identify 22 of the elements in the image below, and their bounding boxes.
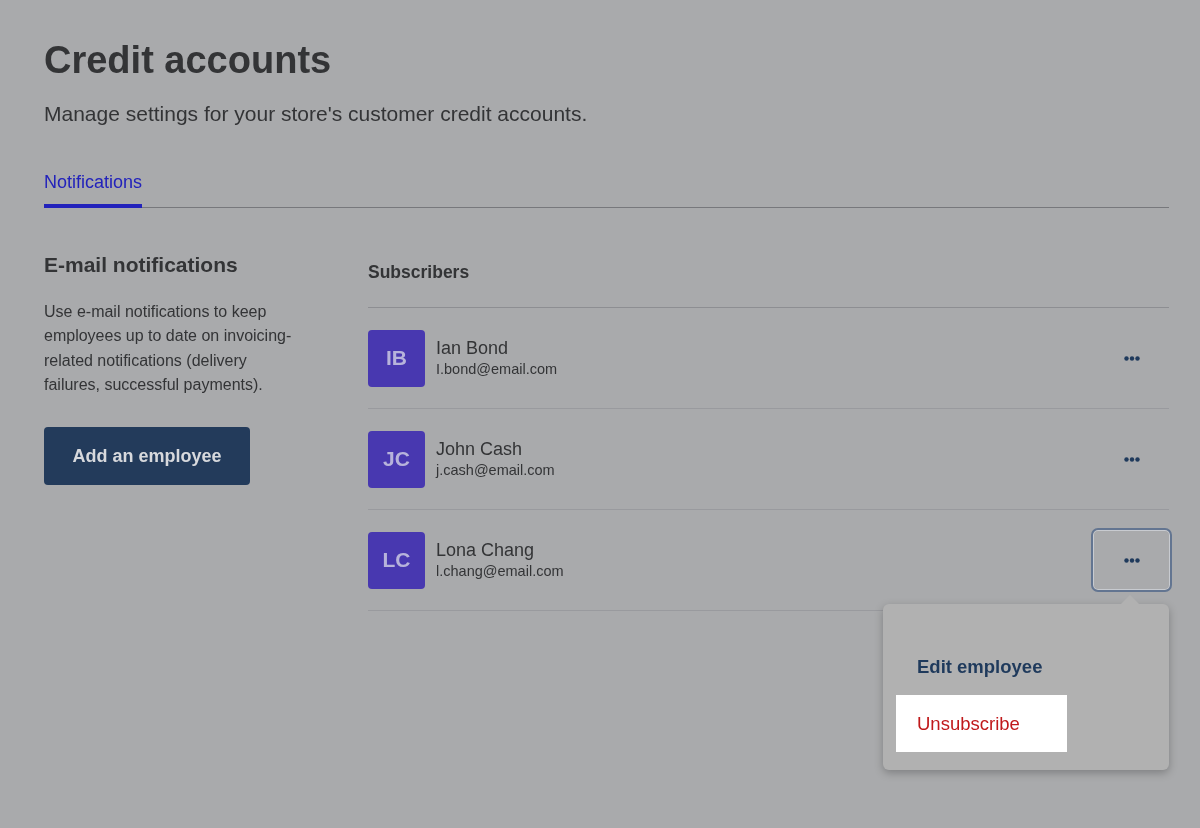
tab[interactable]: Notifications <box>44 172 143 208</box>
subscriber-name: Lona Chang <box>436 539 536 561</box>
subscriber-name: John Cash <box>436 438 524 460</box>
avatar: JC <box>368 430 425 488</box>
subscriber-email: j.cash@email.com <box>436 461 556 480</box>
more-icon <box>1123 355 1140 361</box>
subscriber-email: I.bond@email.com <box>436 360 559 379</box>
add-employee-button[interactable]: Add an employee <box>44 427 250 486</box>
avatar: LC <box>368 531 425 589</box>
menu-item[interactable]: Unsubscribe <box>896 695 1067 752</box>
more-icon <box>1123 557 1140 563</box>
section-description: Use e-mail notifications to keep employees up to date on invoicing-related notifications (delivery failures, successful payments). <box>44 302 293 395</box>
page-subtitle: Manage settings for your store's customer credit accounts. <box>44 101 589 127</box>
menu-item[interactable]: Edit employee <box>896 638 1067 695</box>
subscriber-name: Ian Bond <box>436 337 510 359</box>
more-icon <box>1123 456 1140 462</box>
page-title: Credit accounts <box>44 38 333 82</box>
subscribers-heading: Subscribers <box>368 262 1169 308</box>
more-button[interactable] <box>1091 528 1172 592</box>
section-heading: E-mail notifications <box>44 252 239 278</box>
subscriber-email: l.chang@email.com <box>436 562 565 581</box>
avatar: IB <box>368 329 425 387</box>
